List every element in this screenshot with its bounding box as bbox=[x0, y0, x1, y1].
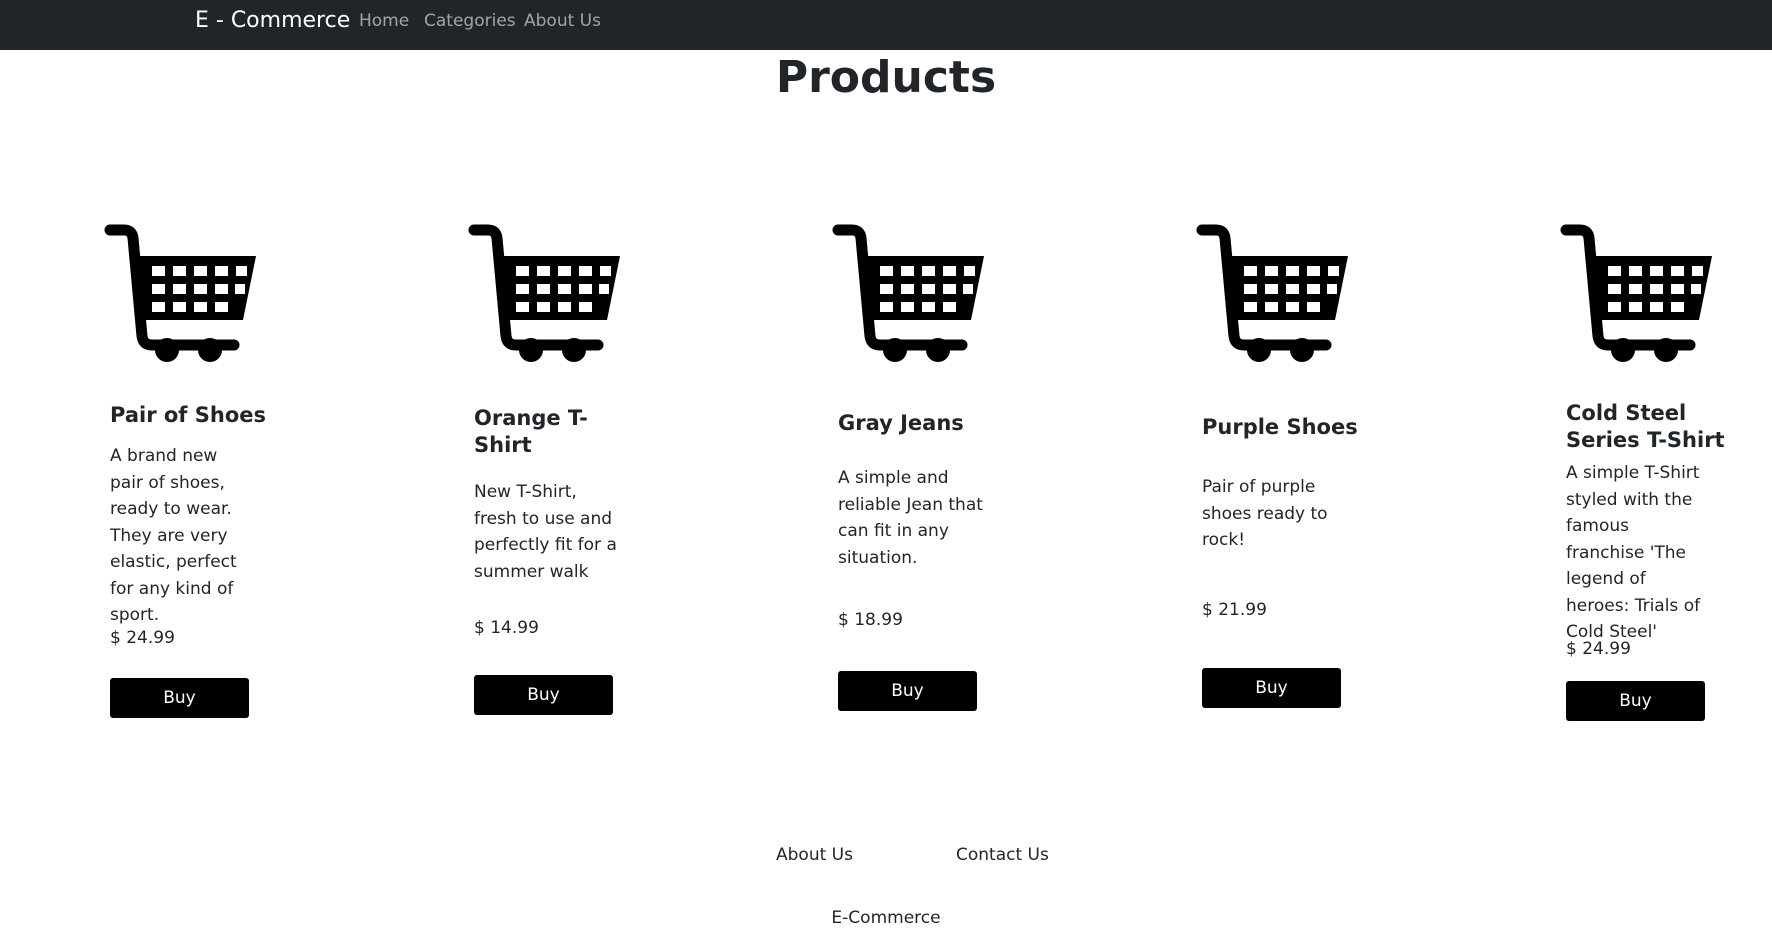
product-price: $ 24.99 bbox=[1566, 639, 1631, 659]
product-title: Gray Jeans bbox=[838, 411, 964, 435]
shopping-cart-icon bbox=[1558, 218, 1718, 368]
shopping-cart-icon bbox=[466, 218, 626, 368]
shopping-cart-icon bbox=[830, 218, 990, 368]
buy-button[interactable]: Buy bbox=[838, 671, 977, 711]
product-description: New T-Shirt, fresh to use and perfectly … bbox=[474, 482, 617, 582]
product-title: Cold Steel Series T-Shirt bbox=[1566, 401, 1725, 452]
brand-logo[interactable]: E - Commerce bbox=[195, 8, 350, 33]
footer-link-about-us[interactable]: About Us bbox=[776, 845, 853, 865]
footer-link-contact-us[interactable]: Contact Us bbox=[956, 845, 1049, 865]
product-price: $ 21.99 bbox=[1202, 600, 1267, 620]
product-price: $ 18.99 bbox=[838, 610, 903, 630]
product-title: Purple Shoes bbox=[1202, 415, 1358, 439]
footer-copyright: E-Commerce bbox=[831, 908, 941, 928]
nav-link-categories[interactable]: Categories bbox=[424, 11, 516, 31]
product-price: $ 24.99 bbox=[110, 628, 175, 648]
product-description: A simple T-Shirt styled with the famous … bbox=[1566, 463, 1701, 642]
shopping-cart-icon bbox=[1194, 218, 1354, 368]
product-price: $ 14.99 bbox=[474, 618, 539, 638]
product-title: Pair of Shoes bbox=[110, 403, 266, 427]
nav-link-about-us[interactable]: About Us bbox=[524, 11, 601, 31]
page-title: Products bbox=[775, 52, 997, 103]
buy-button[interactable]: Buy bbox=[1566, 681, 1705, 721]
buy-button[interactable]: Buy bbox=[474, 675, 613, 715]
top-navbar: E - Commerce Home Categories About Us bbox=[0, 0, 1772, 50]
buy-button[interactable]: Buy bbox=[1202, 668, 1341, 708]
product-description: A simple and reliable Jean that can fit … bbox=[838, 468, 983, 568]
shopping-cart-icon bbox=[102, 218, 262, 368]
product-description: Pair of purple shoes ready to rock! bbox=[1202, 477, 1328, 550]
buy-button[interactable]: Buy bbox=[110, 678, 249, 718]
product-title: Orange T-Shirt bbox=[474, 406, 588, 457]
nav-link-home[interactable]: Home bbox=[359, 11, 409, 31]
product-description: A brand new pair of shoes, ready to wear… bbox=[110, 446, 237, 625]
